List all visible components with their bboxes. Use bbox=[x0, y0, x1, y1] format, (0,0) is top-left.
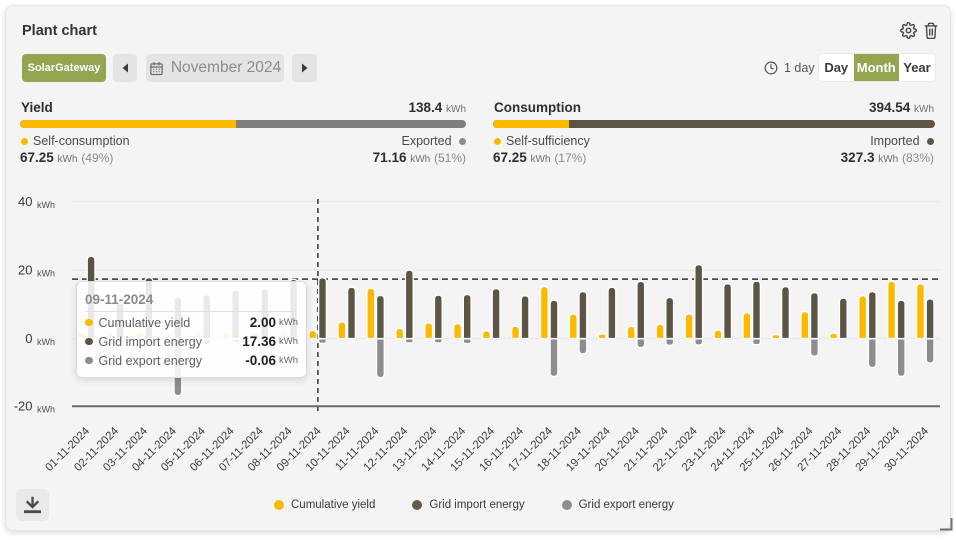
svg-text:20: 20 bbox=[18, 263, 32, 278]
svg-text:kWh: kWh bbox=[37, 337, 55, 347]
svg-text:kWh: kWh bbox=[37, 200, 55, 210]
svg-text:-20: -20 bbox=[14, 399, 33, 414]
svg-text:0: 0 bbox=[25, 331, 32, 346]
svg-text:kWh: kWh bbox=[37, 269, 55, 279]
svg-text:40: 40 bbox=[18, 194, 32, 209]
svg-text:kWh: kWh bbox=[37, 405, 55, 415]
